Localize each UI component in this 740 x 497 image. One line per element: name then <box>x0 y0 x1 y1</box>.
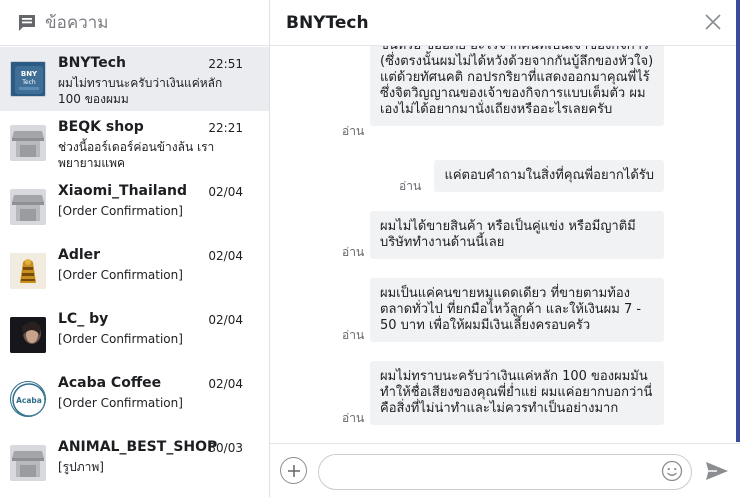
avatar: Acaba <box>10 381 46 417</box>
conversation-item-bnytech[interactable]: BNY Tech BNYTech 22:51 ผมไม่ทราบนะครับว่… <box>0 47 269 111</box>
scrollbar[interactable] <box>736 0 740 442</box>
message-bubble: ผมเป็นแค่คนขายหมูแดดเดียว ที่ขายตามท้องต… <box>370 278 664 342</box>
read-status: อ่าน <box>342 245 365 259</box>
conversation-time: 02/04 <box>208 377 243 391</box>
read-status: อ่าน <box>342 411 365 425</box>
message-bubble: ผมไม่ได้ขายสินค้า หรือเป็นคู่แข่ง หรือมี… <box>370 211 664 259</box>
store-icon <box>10 445 46 481</box>
avatar <box>10 253 46 289</box>
conversation-time: 30/03 <box>208 441 243 455</box>
message-bubble: ผมไม่ทราบนะครับว่าเงินแค่หลัก 100 ของผมม… <box>370 361 664 425</box>
conversation-preview: [Order Confirmation] <box>58 396 183 410</box>
chat-panel: BNYTech ขึ้นหรือ ขออภัย อะไรจากคนที่เป็น… <box>270 0 740 497</box>
message-bubble: ขึ้นหรือ ขออภัย อะไรจากคนที่เป็นเจ้าของก… <box>370 46 664 126</box>
conversation-time: 02/04 <box>208 313 243 327</box>
chat-bubble-icon <box>17 13 37 33</box>
conversation-time: 02/04 <box>208 185 243 199</box>
conversation-item-adler[interactable]: Adler 02/04 [Order Confirmation] <box>0 239 269 303</box>
conversation-name: Xiaomi_Thailand <box>58 183 188 199</box>
close-icon[interactable] <box>704 13 722 31</box>
conversation-time: 22:21 <box>208 121 243 135</box>
conversation-item-lc-by[interactable]: LC_ by 02/04 [Order Confirmation] <box>0 303 269 367</box>
chat-title: BNYTech <box>286 12 369 33</box>
add-attachment-button[interactable] <box>280 457 307 484</box>
read-status: อ่าน <box>342 124 365 138</box>
avatar: BNY Tech <box>10 61 46 97</box>
conversation-preview: [รูปภาพ] <box>58 460 104 474</box>
svg-text:Tech: Tech <box>21 79 36 86</box>
send-icon[interactable] <box>705 460 729 482</box>
message-input[interactable] <box>318 454 692 490</box>
store-icon <box>10 125 46 161</box>
read-status: อ่าน <box>399 179 422 193</box>
svg-text:Acaba: Acaba <box>16 396 42 405</box>
conversation-name: Adler <box>58 247 101 263</box>
conversation-item-beqk-shop[interactable]: BEQK shop 22:21 ช่วงนี้ออร์เดอร์ค่อนข้าง… <box>0 111 269 175</box>
message-list: ขึ้นหรือ ขออภัย อะไรจากคนที่เป็นเจ้าของก… <box>270 46 736 442</box>
plus-icon <box>287 464 300 477</box>
svg-text:BNY: BNY <box>21 70 38 78</box>
conversation-preview: [Order Confirmation] <box>58 204 183 218</box>
conversation-item-xiaomi-thailand[interactable]: Xiaomi_Thailand 02/04 [Order Confirmatio… <box>0 175 269 239</box>
conversation-preview: [Order Confirmation] <box>58 332 183 346</box>
conversation-name: Acaba Coffee <box>58 375 162 391</box>
conversation-preview: ช่วงนี้ออร์เดอร์ค่อนข้างล้น เราพยายามแพค <box>58 140 215 170</box>
read-status: อ่าน <box>342 328 365 342</box>
conversation-list-panel: ข้อความ BNY Tech BNYTech 22:51 ผมไม่ทราบ… <box>0 0 270 497</box>
conversation-item-acaba-coffee[interactable]: Acaba Acaba Coffee 02/04 [Order Confirma… <box>0 367 269 431</box>
conversation-list-header: ข้อความ <box>0 0 269 46</box>
conversation-time: 22:51 <box>208 57 243 71</box>
conversation-preview: ผมไม่ทราบนะครับว่าเงินแค่หลัก 100 ของผมม <box>58 76 223 106</box>
conversation-preview: [Order Confirmation] <box>58 268 183 282</box>
conversation-time: 02/04 <box>208 249 243 263</box>
avatar <box>10 317 46 353</box>
chat-header: BNYTech <box>270 0 740 46</box>
conversation-item-animal-best-shop[interactable]: ANIMAL_BEST_SHOP 30/03 [รูปภาพ] <box>0 431 269 495</box>
panel-title: ข้อความ <box>45 13 109 33</box>
conversation-name: ANIMAL_BEST_SHOP <box>58 439 218 455</box>
message-bubble: แค่ตอบคำถามในสิ่งที่คุณพี่อยากได้รับ <box>434 160 664 192</box>
composer <box>270 443 740 497</box>
emoji-icon[interactable] <box>661 460 683 482</box>
store-icon <box>10 189 46 225</box>
conversation-name: BEQK shop <box>58 119 144 135</box>
conversation-name: BNYTech <box>58 55 126 71</box>
conversation-name: LC_ by <box>58 311 109 327</box>
